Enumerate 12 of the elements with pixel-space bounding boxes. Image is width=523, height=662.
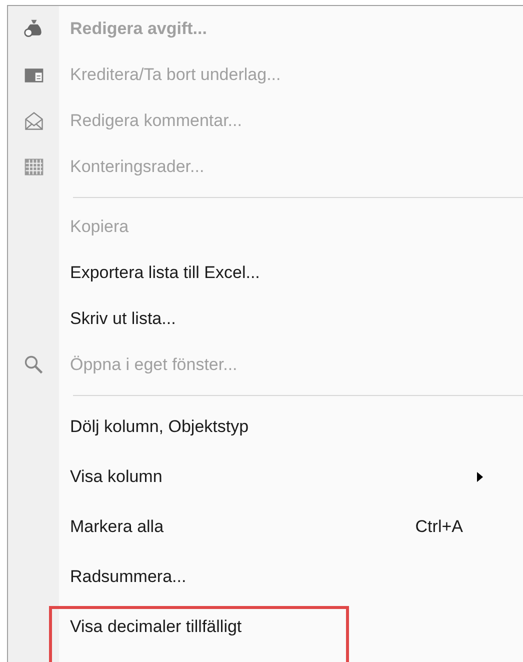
menu-item[interactable]: Radsummera... [8,552,523,602]
menu-item[interactable]: Dölj kolumn, Objektstyp [8,402,523,452]
menu-item[interactable]: Visa kolumn [8,452,523,502]
menu-item[interactable]: Markera alla Ctrl+A [8,502,523,552]
menu-item[interactable]: Exportera lista till Excel... [8,250,523,296]
menu-item[interactable]: Skriv ut lista... [8,296,523,342]
menu-item[interactable]: Visa decimaler tillfälligt [8,602,523,652]
shortcut-label: Ctrl+A [415,516,463,538]
money-bag-icon [22,18,44,40]
envelope-icon [22,110,44,132]
submenu-arrow-icon [477,472,483,482]
search-icon [22,354,44,376]
